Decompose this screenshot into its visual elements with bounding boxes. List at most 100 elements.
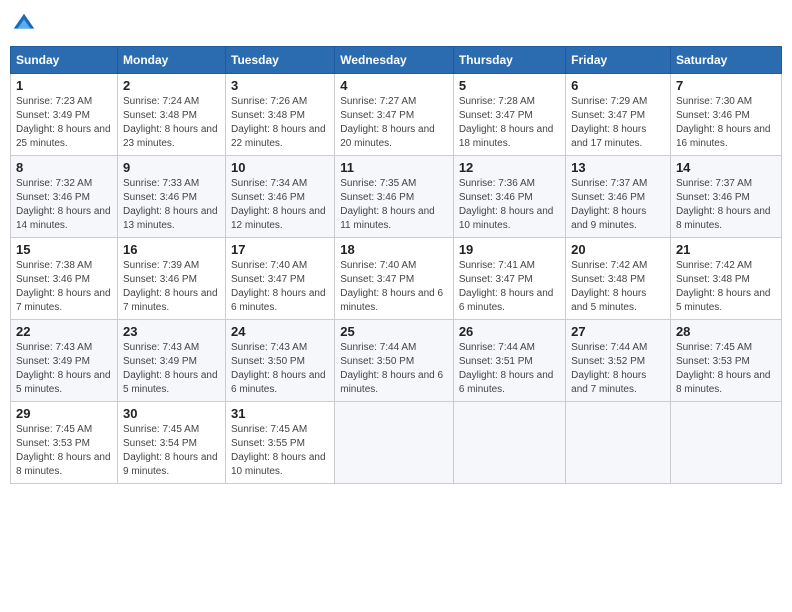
logo	[10, 10, 42, 38]
day-info: Sunrise: 7:27 AMSunset: 3:47 PMDaylight:…	[340, 95, 448, 151]
day-number: 8	[16, 160, 112, 175]
day-number: 30	[123, 406, 220, 421]
calendar-cell: 31Sunrise: 7:45 AMSunset: 3:55 PMDayligh…	[226, 402, 335, 484]
calendar-cell: 21 Sunrise: 7:42 AMSunset: 3:48 PMDayligh…	[670, 238, 781, 320]
week-row-2: 8 Sunrise: 7:32 AMSunset: 3:46 PMDaylight…	[11, 156, 782, 238]
day-number: 15	[16, 242, 112, 257]
calendar-cell: 10 Sunrise: 7:34 AMSunset: 3:46 PMDayligh…	[226, 156, 335, 238]
calendar-cell: 16 Sunrise: 7:39 AMSunset: 3:46 PMDayligh…	[118, 238, 226, 320]
calendar-cell: 30 Sunrise: 7:45 AMSunset: 3:54 PMDayligh…	[118, 402, 226, 484]
day-info: Sunrise: 7:23 AMSunset: 3:49 PMDaylight:…	[16, 95, 112, 151]
calendar-cell: 7 Sunrise: 7:30 AMSunset: 3:46 PMDaylight…	[670, 74, 781, 156]
header-saturday: Saturday	[670, 47, 781, 74]
day-info: Sunrise: 7:45 AMSunset: 3:53 PMDaylight:…	[16, 423, 112, 479]
calendar-cell: 4 Sunrise: 7:27 AMSunset: 3:47 PMDaylight…	[335, 74, 454, 156]
day-info: Sunrise: 7:39 AMSunset: 3:46 PMDaylight:…	[123, 259, 220, 315]
day-number: 6	[571, 78, 665, 93]
calendar-cell	[566, 402, 671, 484]
calendar-cell	[453, 402, 565, 484]
day-info: Sunrise: 7:36 AMSunset: 3:46 PMDaylight:…	[459, 177, 560, 233]
week-row-4: 22Sunrise: 7:43 AMSunset: 3:49 PMDayligh…	[11, 320, 782, 402]
day-info: Sunrise: 7:42 AMSunset: 3:48 PMDaylight:…	[571, 259, 665, 315]
day-info: Sunrise: 7:43 AMSunset: 3:49 PMDaylight:…	[123, 341, 220, 397]
page-header	[10, 10, 782, 38]
day-number: 28	[676, 324, 776, 339]
day-info: Sunrise: 7:41 AMSunset: 3:47 PMDaylight:…	[459, 259, 560, 315]
calendar-cell: 22Sunrise: 7:43 AMSunset: 3:49 PMDayligh…	[11, 320, 118, 402]
day-number: 3	[231, 78, 329, 93]
day-number: 21	[676, 242, 776, 257]
day-info: Sunrise: 7:29 AMSunset: 3:47 PMDaylight:…	[571, 95, 665, 151]
day-number: 23	[123, 324, 220, 339]
header-friday: Friday	[566, 47, 671, 74]
day-number: 27	[571, 324, 665, 339]
day-number: 12	[459, 160, 560, 175]
week-row-1: 1 Sunrise: 7:23 AMSunset: 3:49 PMDaylight…	[11, 74, 782, 156]
day-info: Sunrise: 7:26 AMSunset: 3:48 PMDaylight:…	[231, 95, 329, 151]
day-info: Sunrise: 7:44 AMSunset: 3:51 PMDaylight:…	[459, 341, 560, 397]
day-info: Sunrise: 7:40 AMSunset: 3:47 PMDaylight:…	[231, 259, 329, 315]
calendar-cell: 1 Sunrise: 7:23 AMSunset: 3:49 PMDaylight…	[11, 74, 118, 156]
calendar-cell: 25 Sunrise: 7:44 AMSunset: 3:50 PMDayligh…	[335, 320, 454, 402]
calendar-cell: 9Sunrise: 7:33 AMSunset: 3:46 PMDaylight…	[118, 156, 226, 238]
calendar-cell: 27Sunrise: 7:44 AMSunset: 3:52 PMDayligh…	[566, 320, 671, 402]
calendar-cell: 12 Sunrise: 7:36 AMSunset: 3:46 PMDayligh…	[453, 156, 565, 238]
day-number: 16	[123, 242, 220, 257]
calendar-cell: 5Sunrise: 7:28 AMSunset: 3:47 PMDaylight…	[453, 74, 565, 156]
day-info: Sunrise: 7:35 AMSunset: 3:46 PMDaylight:…	[340, 177, 448, 233]
calendar-cell: 24Sunrise: 7:43 AMSunset: 3:50 PMDayligh…	[226, 320, 335, 402]
header-wednesday: Wednesday	[335, 47, 454, 74]
calendar-cell: 18Sunrise: 7:40 AMSunset: 3:47 PMDayligh…	[335, 238, 454, 320]
day-info: Sunrise: 7:24 AMSunset: 3:48 PMDaylight:…	[123, 95, 220, 151]
day-number: 1	[16, 78, 112, 93]
calendar-table: SundayMondayTuesdayWednesdayThursdayFrid…	[10, 46, 782, 484]
day-info: Sunrise: 7:44 AMSunset: 3:50 PMDaylight:…	[340, 341, 448, 397]
day-info: Sunrise: 7:43 AMSunset: 3:49 PMDaylight:…	[16, 341, 112, 397]
calendar-cell: 28 Sunrise: 7:45 AMSunset: 3:53 PMDayligh…	[670, 320, 781, 402]
day-number: 14	[676, 160, 776, 175]
day-info: Sunrise: 7:45 AMSunset: 3:53 PMDaylight:…	[676, 341, 776, 397]
calendar-cell: 11 Sunrise: 7:35 AMSunset: 3:46 PMDayligh…	[335, 156, 454, 238]
day-info: Sunrise: 7:32 AMSunset: 3:46 PMDaylight:…	[16, 177, 112, 233]
calendar-cell: 15 Sunrise: 7:38 AMSunset: 3:46 PMDayligh…	[11, 238, 118, 320]
header-thursday: Thursday	[453, 47, 565, 74]
day-number: 7	[676, 78, 776, 93]
day-number: 17	[231, 242, 329, 257]
calendar-cell: 29 Sunrise: 7:45 AMSunset: 3:53 PMDayligh…	[11, 402, 118, 484]
calendar-header-row: SundayMondayTuesdayWednesdayThursdayFrid…	[11, 47, 782, 74]
day-number: 13	[571, 160, 665, 175]
day-info: Sunrise: 7:43 AMSunset: 3:50 PMDaylight:…	[231, 341, 329, 397]
calendar-cell: 3 Sunrise: 7:26 AMSunset: 3:48 PMDaylight…	[226, 74, 335, 156]
calendar-cell: 2Sunrise: 7:24 AMSunset: 3:48 PMDaylight…	[118, 74, 226, 156]
calendar-cell: 19 Sunrise: 7:41 AMSunset: 3:47 PMDayligh…	[453, 238, 565, 320]
calendar-cell	[670, 402, 781, 484]
calendar-cell: 23 Sunrise: 7:43 AMSunset: 3:49 PMDayligh…	[118, 320, 226, 402]
day-number: 19	[459, 242, 560, 257]
logo-icon	[10, 10, 38, 38]
day-info: Sunrise: 7:37 AMSunset: 3:46 PMDaylight:…	[676, 177, 776, 233]
calendar-cell: 6 Sunrise: 7:29 AMSunset: 3:47 PMDaylight…	[566, 74, 671, 156]
day-number: 10	[231, 160, 329, 175]
day-number: 26	[459, 324, 560, 339]
calendar-cell: 13 Sunrise: 7:37 AMSunset: 3:46 PMDayligh…	[566, 156, 671, 238]
calendar-cell	[335, 402, 454, 484]
day-number: 11	[340, 160, 448, 175]
day-number: 25	[340, 324, 448, 339]
day-info: Sunrise: 7:38 AMSunset: 3:46 PMDaylight:…	[16, 259, 112, 315]
day-number: 18	[340, 242, 448, 257]
day-info: Sunrise: 7:45 AMSunset: 3:54 PMDaylight:…	[123, 423, 220, 479]
day-info: Sunrise: 7:34 AMSunset: 3:46 PMDaylight:…	[231, 177, 329, 233]
week-row-5: 29 Sunrise: 7:45 AMSunset: 3:53 PMDayligh…	[11, 402, 782, 484]
day-info: Sunrise: 7:28 AMSunset: 3:47 PMDaylight:…	[459, 95, 560, 151]
day-number: 29	[16, 406, 112, 421]
day-number: 9	[123, 160, 220, 175]
day-info: Sunrise: 7:42 AMSunset: 3:48 PMDaylight:…	[676, 259, 776, 315]
day-number: 4	[340, 78, 448, 93]
day-number: 31	[231, 406, 329, 421]
day-info: Sunrise: 7:30 AMSunset: 3:46 PMDaylight:…	[676, 95, 776, 151]
day-info: Sunrise: 7:37 AMSunset: 3:46 PMDaylight:…	[571, 177, 665, 233]
calendar-cell: 17 Sunrise: 7:40 AMSunset: 3:47 PMDayligh…	[226, 238, 335, 320]
header-sunday: Sunday	[11, 47, 118, 74]
day-number: 20	[571, 242, 665, 257]
week-row-3: 15 Sunrise: 7:38 AMSunset: 3:46 PMDayligh…	[11, 238, 782, 320]
